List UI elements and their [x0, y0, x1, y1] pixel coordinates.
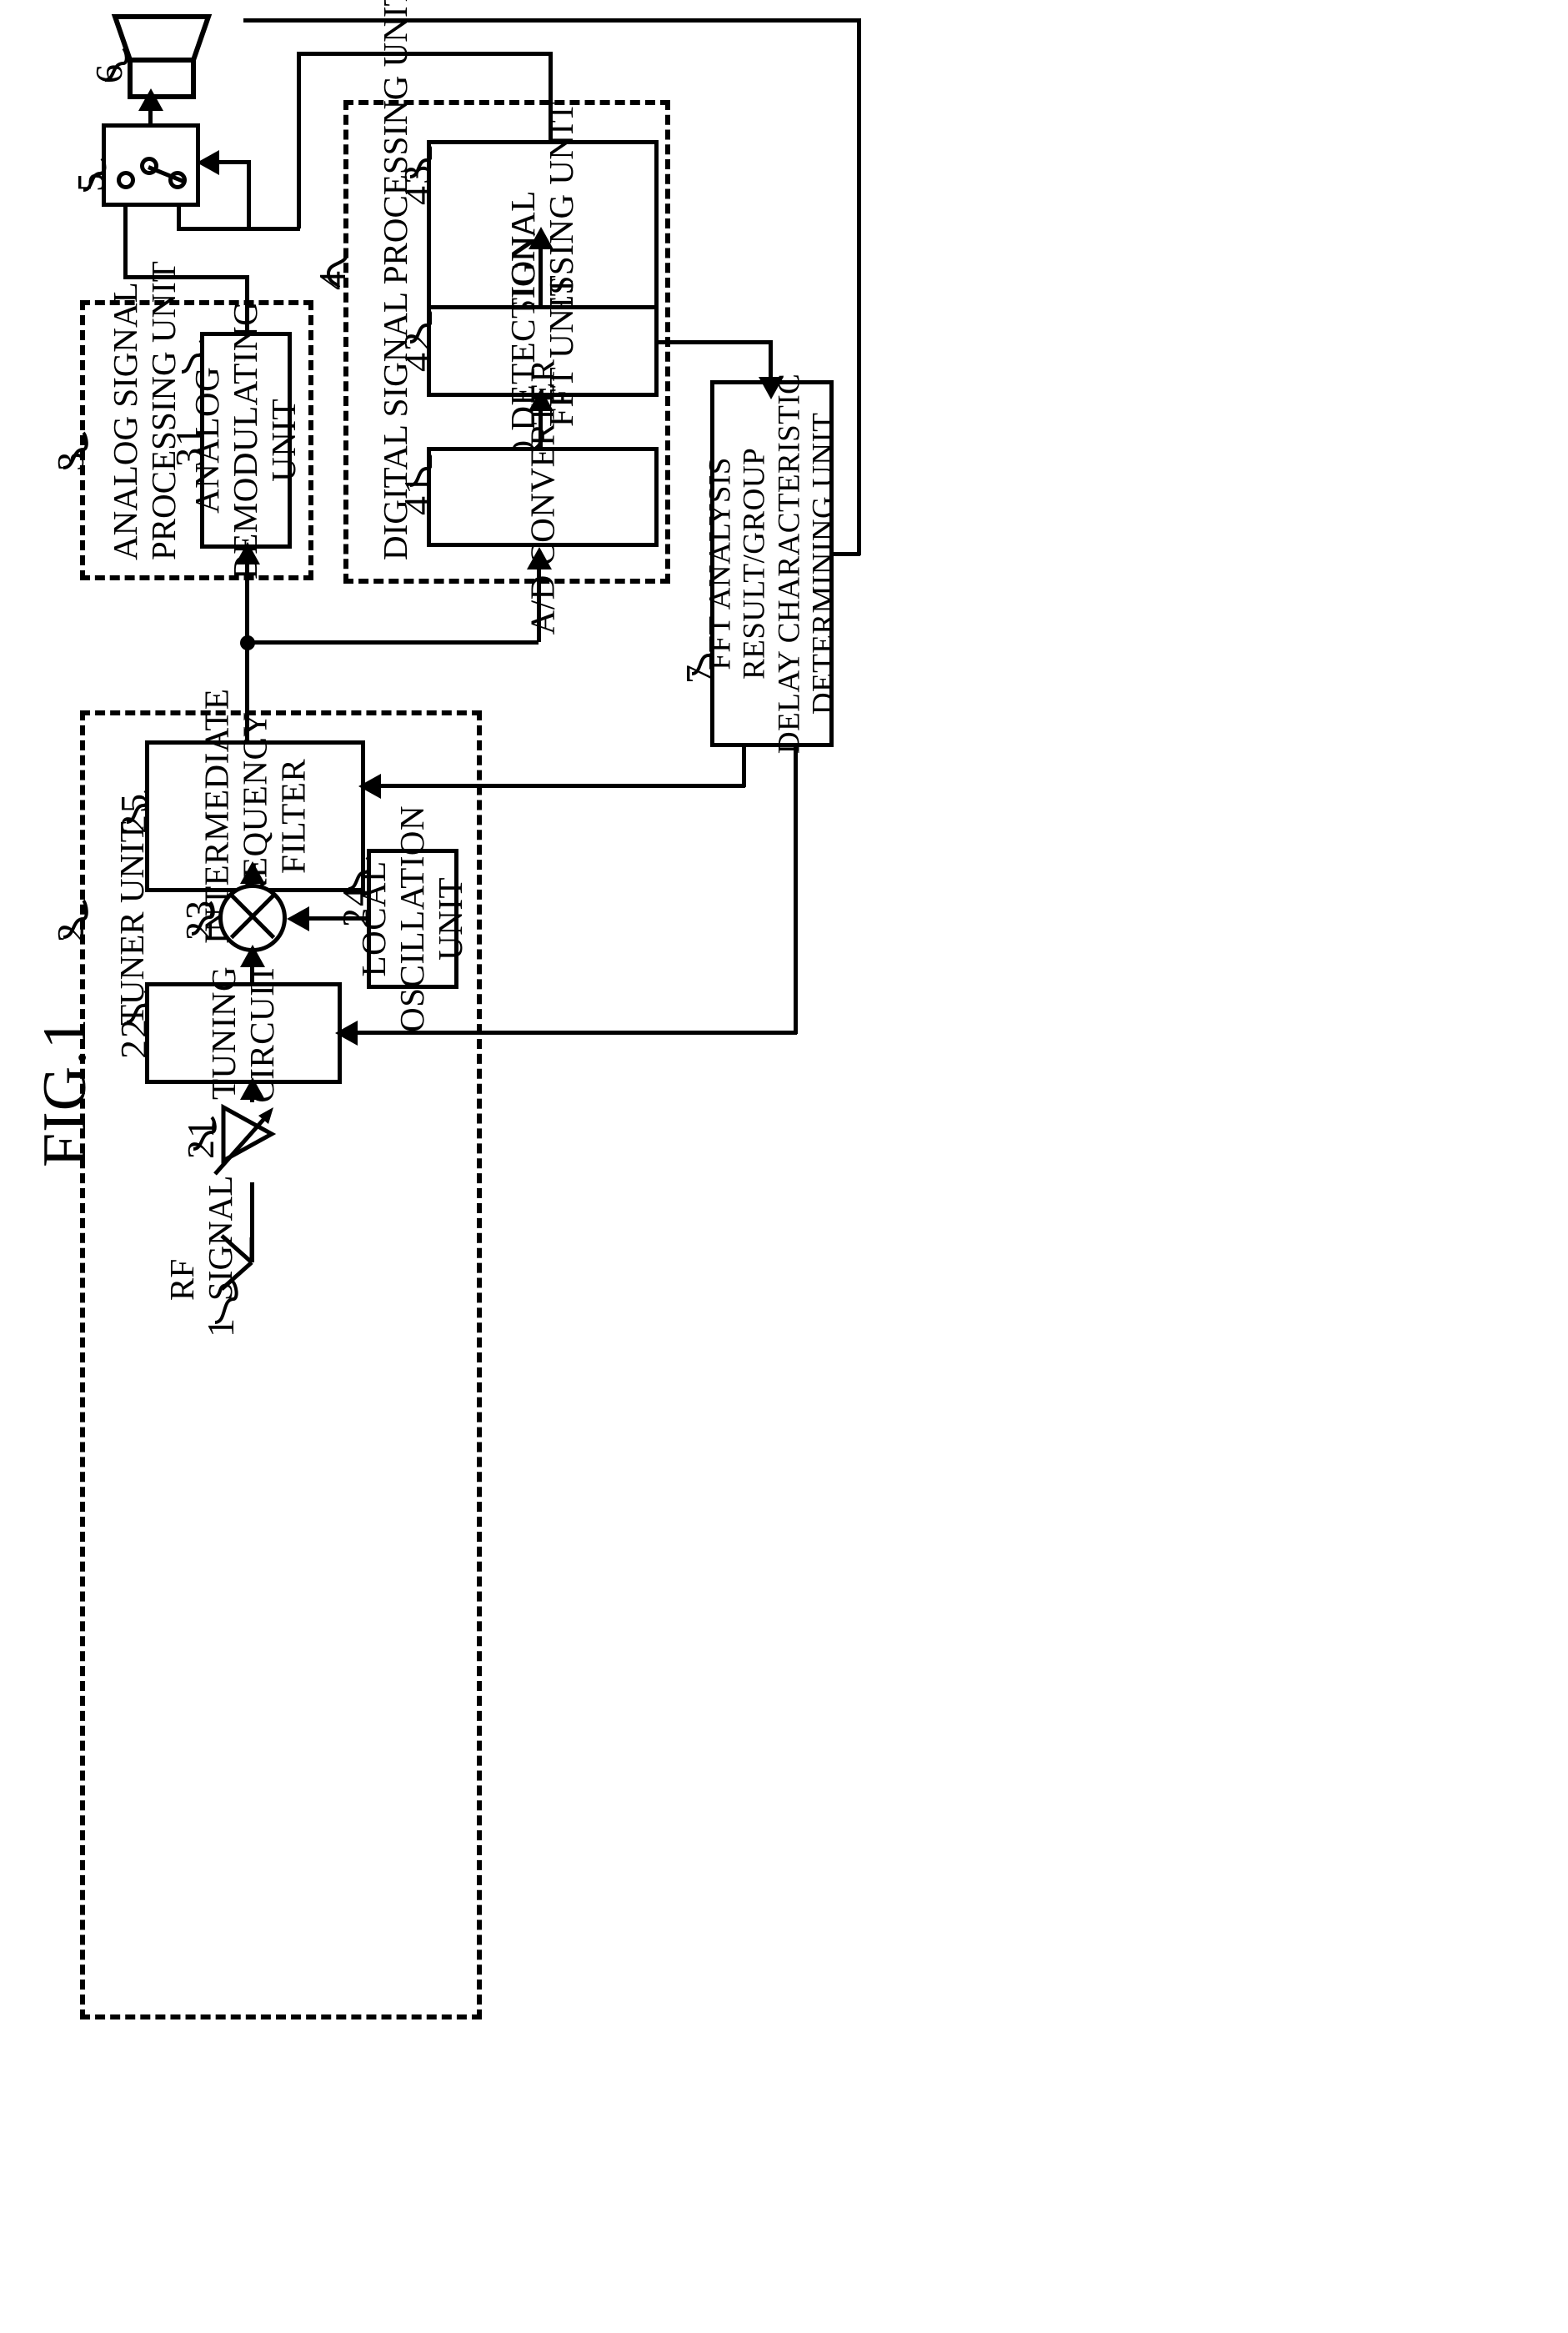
leader-41: [409, 452, 432, 487]
arrowhead-into-switch: [197, 150, 219, 175]
wire-7-to-switch-up: [857, 18, 861, 555]
wire-42-to-7: [659, 340, 772, 344]
block-label-fft-analysis-unit: FFT ANALYSIS RESULT/GROUP DELAY CHARACTE…: [703, 373, 841, 755]
leader-43: [409, 143, 432, 178]
wire-7-to-switch-top: [243, 18, 860, 23]
block-fft-analysis-unit[interactable]: FFT ANALYSIS RESULT/GROUP DELAY CHARACTE…: [703, 374, 840, 754]
ref-31: 31: [168, 425, 210, 467]
wire-into-switch-vert: [247, 160, 251, 228]
leader-1: [214, 1279, 238, 1324]
leader-5: [83, 157, 107, 192]
leader-22: [126, 989, 148, 1024]
arrowhead-if-to-demod: [235, 542, 260, 564]
wire-7-to-25-down: [742, 744, 746, 787]
wire-43-out-down: [549, 52, 553, 142]
wire-switch-b-run: [177, 227, 300, 231]
arrowhead-7-to-25: [358, 774, 381, 799]
arrowhead-amp-to-tuning: [240, 1077, 265, 1100]
wire-7-right-edge: [830, 552, 860, 556]
wire-switch-b-up: [297, 52, 301, 228]
mixer-symbol: [218, 884, 287, 952]
leader-42: [409, 309, 432, 344]
leader-3: [63, 431, 88, 469]
wire-switch-a-to-demod: [245, 275, 249, 334]
block-tuning-circuit[interactable]: TUNING CIRCUIT: [145, 963, 342, 1103]
arrowhead-branch-to-ad: [527, 547, 552, 569]
arrowhead-42-to-7: [759, 377, 784, 399]
wire-into-switch-run: [218, 160, 250, 164]
arrowhead-22-to-mixer: [240, 945, 265, 967]
leader-7: [691, 637, 714, 675]
block-analog-demodulating-unit[interactable]: ANALOG DEMODULATING UNIT: [188, 301, 303, 579]
leader-23: [191, 901, 215, 936]
arrowhead-24-to-mixer: [287, 906, 309, 931]
wire-42-to-7-down: [769, 340, 773, 382]
arrowhead-switch-to-speaker: [138, 88, 163, 111]
leader-4: [326, 253, 348, 288]
leader-2: [63, 899, 88, 939]
wire-7-to-22-down: [794, 744, 798, 1034]
arrowhead-7-to-22: [335, 1021, 358, 1046]
block-local-oscillation-unit[interactable]: LOCAL OSCILLATION UNIT: [354, 805, 469, 1032]
wire-43-out-top: [297, 52, 552, 56]
block-ad-converter[interactable]: A/D CONVERTER: [427, 359, 659, 635]
wire-7-to-22-run: [348, 1031, 797, 1035]
wire-switch-a-run: [123, 275, 248, 279]
wire-7-to-25-run: [372, 784, 745, 788]
leader-31: [181, 339, 203, 374]
wire-antenna-to-amp: [250, 1182, 254, 1262]
arrowhead-41-to-42: [529, 389, 554, 411]
figure-canvas: FIG.1 DIGITAL SIGNAL PROCESSING UNIT 4 S…: [0, 0, 1568, 2333]
leader-24: [348, 855, 370, 891]
switch-terminal-a: [117, 171, 135, 189]
leader-6: [104, 47, 128, 82]
wire-switch-a-stub: [123, 207, 128, 278]
leader-25: [126, 789, 148, 824]
arrowhead-42-to-43: [529, 227, 554, 249]
wire-if-branch-to-ad: [247, 640, 539, 645]
leader-21: [193, 1116, 217, 1151]
group-label-analog-signal-processing-unit: ANALOG SIGNAL PROCESSING UNIT: [106, 261, 183, 560]
arrowhead-mixer-to-filter: [240, 861, 265, 884]
